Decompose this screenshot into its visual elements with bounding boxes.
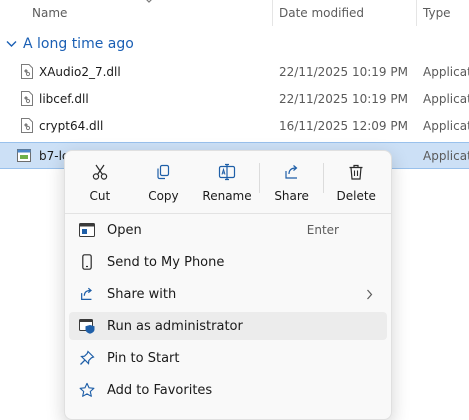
share-icon — [79, 286, 95, 302]
copy-icon — [157, 164, 170, 180]
file-row[interactable]: XAudio2_7.dll 22/11/2025 10:19 PM Applic… — [0, 59, 469, 86]
chevron-right-icon — [367, 289, 373, 299]
pin-icon — [79, 350, 95, 366]
delete-button[interactable]: Delete — [324, 151, 388, 209]
star-icon — [79, 382, 95, 398]
scissors-icon — [92, 164, 107, 180]
menu-item-add-to-favorites[interactable]: Add to Favorites — [69, 376, 387, 404]
menu-item-run-as-administrator[interactable]: Run as administrator — [69, 312, 387, 340]
column-separator[interactable] — [272, 0, 273, 26]
dll-file-icon — [21, 118, 33, 133]
dll-file-icon — [21, 91, 33, 106]
menu-item-open[interactable]: Open Enter — [69, 216, 387, 244]
menu-divider — [65, 213, 391, 214]
file-date: 22/11/2025 10:19 PM — [279, 92, 408, 106]
copy-label: Copy — [148, 189, 179, 203]
file-type: Applicatio — [423, 92, 469, 106]
application-file-icon — [17, 149, 31, 162]
rename-icon — [218, 163, 236, 181]
column-header-date-modified[interactable]: Date modified — [279, 0, 364, 26]
column-header-type[interactable]: Type — [423, 0, 451, 26]
file-row[interactable]: crypt64.dll 16/11/2025 12:09 PM Applicat… — [0, 113, 469, 140]
sort-chevron-icon — [146, 0, 152, 3]
phone-icon — [79, 254, 95, 270]
dll-file-icon — [21, 64, 33, 79]
shield-icon — [79, 318, 95, 334]
file-type: Applicatio — [423, 65, 469, 79]
file-name: crypt64.dll — [39, 119, 104, 133]
group-title: A long time ago — [23, 36, 134, 52]
column-separator[interactable] — [416, 0, 417, 26]
shortcut-text: Enter — [306, 223, 339, 237]
quick-actions-bar: Cut Copy Rename Share Delete — [65, 151, 391, 209]
group-header[interactable]: A long time ago — [6, 33, 134, 55]
share-label: Share — [274, 189, 309, 203]
menu-item-label: Pin to Start — [107, 350, 180, 366]
cut-button[interactable]: Cut — [68, 151, 132, 209]
share-icon — [285, 165, 298, 179]
menu-item-label: Send to My Phone — [107, 254, 225, 270]
file-name: libcef.dll — [39, 92, 89, 106]
menu-item-label: Run as administrator — [107, 318, 243, 334]
trash-icon — [349, 164, 363, 180]
menu-item-send-to-phone[interactable]: Send to My Phone — [69, 248, 387, 276]
open-window-icon — [79, 222, 95, 238]
copy-button[interactable]: Copy — [132, 151, 196, 209]
context-menu: Cut Copy Rename Share Delete Open Enter — [64, 150, 392, 420]
menu-item-label: Add to Favorites — [107, 382, 213, 398]
file-row[interactable]: libcef.dll 22/11/2025 10:19 PM Applicati… — [0, 86, 469, 113]
column-header-name[interactable]: Name — [32, 0, 67, 26]
file-date: 22/11/2025 10:19 PM — [279, 65, 408, 79]
file-name: XAudio2_7.dll — [39, 65, 121, 79]
menu-item-label: Share with — [107, 286, 177, 302]
menu-item-pin-to-start[interactable]: Pin to Start — [69, 344, 387, 372]
cut-label: Cut — [89, 189, 111, 203]
menu-item-label: Open — [107, 222, 142, 238]
file-type: Applicatio — [423, 119, 469, 133]
menu-item-share-with[interactable]: Share with — [69, 280, 387, 308]
file-type: Applicatio — [423, 149, 469, 163]
chevron-down-icon — [6, 41, 17, 47]
rename-button[interactable]: Rename — [195, 151, 259, 209]
delete-label: Delete — [336, 189, 376, 203]
rename-label: Rename — [202, 189, 252, 203]
file-date: 16/11/2025 12:09 PM — [279, 119, 408, 133]
share-button[interactable]: Share — [260, 151, 324, 209]
